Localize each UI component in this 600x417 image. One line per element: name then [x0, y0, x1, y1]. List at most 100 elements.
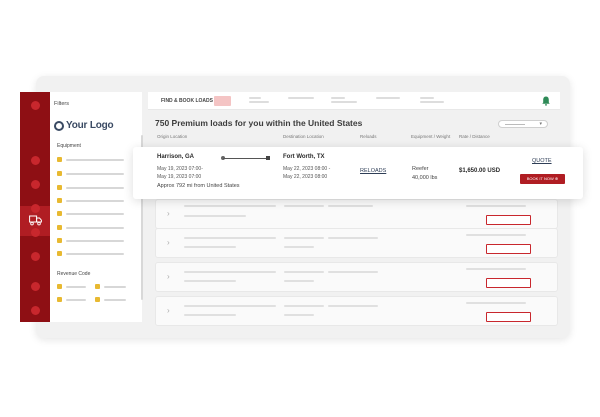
load-row[interactable]: ›	[155, 262, 558, 292]
sort-dropdown[interactable]: ▾	[498, 120, 548, 128]
equipment-checkbox[interactable]	[57, 225, 62, 230]
filters-label: Filters	[54, 101, 69, 107]
row-text-placeholder	[284, 280, 314, 282]
row-text-placeholder	[216, 215, 246, 217]
row-text-placeholder	[466, 302, 526, 304]
tab-placeholder[interactable]	[420, 97, 434, 99]
tab-placeholder[interactable]	[420, 101, 444, 103]
chevron-right-icon[interactable]: ›	[167, 210, 170, 218]
chevron-right-icon[interactable]: ›	[167, 239, 170, 247]
origin-distance: Approx 792 mi from United States	[157, 183, 240, 189]
checkbox-label-placeholder	[66, 240, 124, 242]
equipment-checkbox[interactable]	[57, 211, 62, 216]
tab-find-book-loads[interactable]: FIND & BOOK LOADS	[161, 98, 213, 104]
nav-item-6[interactable]	[31, 228, 40, 237]
nav-item-3[interactable]	[31, 156, 40, 165]
nav-item-7[interactable]	[31, 252, 40, 261]
load-row[interactable]: ›	[155, 296, 558, 326]
equipment-checkbox[interactable]	[57, 251, 62, 256]
load-row[interactable]: ›	[155, 199, 558, 229]
tab-placeholder[interactable]	[249, 97, 261, 99]
destination-time-start: May 22, 2023 08:00 -	[283, 166, 331, 172]
equipment-label: Equipment	[57, 143, 81, 149]
row-text-placeholder	[184, 305, 276, 307]
filters-sidebar: Filters Your Logo Equipment Revenue Code	[50, 92, 142, 322]
checkbox-label-placeholder	[66, 286, 86, 288]
nav-item-1[interactable]	[31, 101, 40, 110]
col-reloads[interactable]: Reloads	[360, 134, 377, 139]
nav-item-9[interactable]	[31, 306, 40, 315]
checkbox-label-placeholder	[66, 173, 124, 175]
row-text-placeholder	[184, 314, 236, 316]
book-it-now-button[interactable]: BOOK IT NOW ⊕	[520, 174, 565, 184]
equipment-type: Reefer	[412, 166, 429, 172]
row-text-placeholder	[284, 205, 324, 207]
col-rate[interactable]: Rate / Distance	[459, 134, 490, 139]
equipment-checkbox[interactable]	[57, 171, 62, 176]
row-text-placeholder	[184, 280, 236, 282]
checkbox-label-placeholder	[66, 299, 86, 301]
nav-item-4[interactable]	[31, 180, 40, 189]
row-text-placeholder	[328, 305, 378, 307]
row-text-placeholder	[466, 268, 526, 270]
revenue-code-label: Revenue Code	[57, 271, 91, 277]
brand-logo: Your Logo	[54, 120, 114, 131]
equipment-checkbox[interactable]	[57, 198, 62, 203]
row-text-placeholder	[184, 237, 276, 239]
route-end-marker	[266, 156, 270, 160]
row-text-placeholder	[284, 314, 314, 316]
destination-city: Fort Worth, TX	[283, 154, 325, 160]
load-row[interactable]: ›	[155, 228, 558, 258]
revenue-checkbox[interactable]	[95, 284, 100, 289]
tab-placeholder[interactable]	[288, 97, 314, 99]
origin-city: Harrison, GA	[157, 154, 195, 160]
chevron-right-icon[interactable]: ›	[167, 273, 170, 281]
row-action-button[interactable]	[486, 215, 531, 225]
row-text-placeholder	[284, 246, 314, 248]
page-title: 750 Premium loads for you within the Uni…	[155, 118, 363, 128]
checkbox-label-placeholder	[66, 187, 124, 189]
nav-rail	[20, 92, 50, 322]
tab-placeholder[interactable]	[376, 97, 400, 99]
row-action-button[interactable]	[486, 312, 531, 322]
row-text-placeholder	[328, 237, 378, 239]
row-text-placeholder	[284, 305, 324, 307]
featured-load-card[interactable]: Harrison, GA May 19, 2023 07:00- May 19,…	[133, 147, 583, 199]
row-text-placeholder	[328, 271, 378, 273]
logo-text: Your Logo	[66, 120, 114, 131]
row-text-placeholder	[328, 205, 373, 207]
checkbox-label-placeholder	[66, 253, 124, 255]
row-action-button[interactable]	[486, 278, 531, 288]
row-text-placeholder	[184, 246, 236, 248]
equipment-checkbox[interactable]	[57, 238, 62, 243]
bell-icon[interactable]	[542, 96, 550, 106]
checkbox-label-placeholder	[104, 286, 126, 288]
quote-link[interactable]: QUOTE	[532, 158, 552, 164]
tab-highlight[interactable]	[214, 96, 231, 106]
nav-item-5[interactable]	[31, 204, 40, 213]
checkbox-label-placeholder	[66, 227, 124, 229]
origin-time-end: May 19, 2023 07:00	[157, 174, 202, 180]
revenue-checkbox[interactable]	[95, 297, 100, 302]
reloads-link[interactable]: RELOADS	[360, 168, 386, 174]
chevron-down-icon: ▾	[539, 121, 542, 127]
route-line	[223, 158, 269, 159]
tab-placeholder[interactable]	[331, 101, 357, 103]
tab-placeholder[interactable]	[331, 97, 345, 99]
col-equipment[interactable]: Equipment / Weight	[411, 134, 450, 139]
nav-item-8[interactable]	[31, 282, 40, 291]
col-origin[interactable]: Origin Location	[157, 134, 187, 139]
load-weight: 40,000 lbs	[412, 175, 438, 181]
checkbox-label-placeholder	[66, 213, 124, 215]
row-text-placeholder	[466, 234, 526, 236]
revenue-checkbox[interactable]	[57, 297, 62, 302]
col-destination[interactable]: Destination Location	[283, 134, 324, 139]
equipment-checkbox[interactable]	[57, 185, 62, 190]
revenue-checkbox[interactable]	[57, 284, 62, 289]
checkbox-label-placeholder	[66, 200, 124, 202]
row-action-button[interactable]	[486, 244, 531, 254]
sort-value-placeholder	[505, 124, 525, 125]
equipment-checkbox[interactable]	[57, 157, 62, 162]
tab-placeholder[interactable]	[249, 101, 269, 103]
chevron-right-icon[interactable]: ›	[167, 307, 170, 315]
